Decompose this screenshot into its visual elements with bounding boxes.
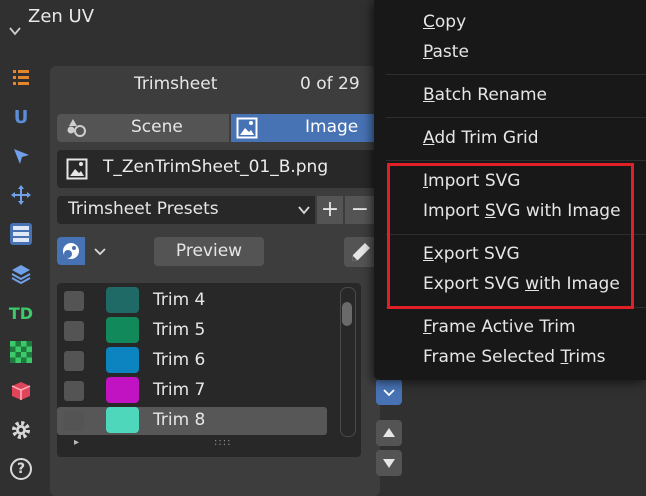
menu-text: atch Rename [434,85,547,105]
td-label: TD [8,303,34,323]
play-icon[interactable]: ▸ [74,437,79,448]
trim-name: Trim 8 [153,410,206,430]
gear-icon[interactable] [8,417,34,443]
scroll-thumb[interactable] [342,302,352,326]
remove-preset-button[interactable]: − [345,196,375,224]
preview-button-label: Preview [175,241,243,261]
trim-checkbox[interactable] [64,381,84,401]
trim-name: Trim 7 [153,380,206,400]
triangle-up-icon [383,428,395,437]
image-file-name: T_ZenTrimSheet_01_B.png [103,157,329,177]
menu-accel: C [423,12,435,32]
move-icon[interactable] [8,182,34,208]
trim-color-swatch[interactable] [106,287,139,313]
u-logo-label: U [13,106,29,128]
menu-item-batch-rename[interactable]: Batch Rename [423,85,547,105]
menu-accel: B [423,85,435,105]
help-label: ? [16,461,26,477]
palette-icon [63,243,79,259]
u-logo-icon[interactable]: U [8,104,34,130]
checker-icon[interactable] [8,339,34,365]
list-icon[interactable] [8,64,34,90]
edit-button[interactable] [344,237,376,267]
help-icon[interactable]: ? [8,456,34,482]
tab-image-label: Image [305,117,359,137]
trim-color-swatch[interactable] [106,347,139,373]
trimsheet-icon[interactable] [8,221,34,247]
trim-checkbox[interactable] [64,411,84,431]
trim-checkbox[interactable] [64,351,84,371]
menu-accel: P [423,42,433,62]
menu-separator [386,74,646,75]
svg-highlight-box [387,163,634,309]
menu-text: Frame Selected [423,347,561,367]
menu-item-frame-active-trim[interactable]: Frame Active Trim [423,317,576,337]
trim-color-swatch[interactable] [106,407,139,433]
specials-menu-button[interactable] [376,379,402,405]
tab-scene-label: Scene [131,117,183,137]
menu-separator [386,160,646,161]
move-down-button[interactable] [376,450,402,476]
triangle-down-icon [383,459,395,468]
menu-item-add-trim-grid[interactable]: Add Trim Grid [423,128,539,148]
add-preset-button[interactable]: + [317,196,343,224]
trimsheet-label: Trimsheet [134,74,218,94]
chevron-down-icon [9,27,21,36]
trim-color-swatch[interactable] [106,377,139,403]
pencil-icon [352,243,370,261]
trim-count: 0 of 29 [300,74,360,94]
scene-icon [67,119,86,137]
trim-name: Trim 5 [153,320,206,340]
chevron-down-icon [298,206,310,215]
layers-icon[interactable] [8,261,34,287]
menu-text: dd Trim Grid [434,128,539,148]
menu-separator [386,117,646,118]
display-mode-button[interactable] [57,237,85,265]
image-icon [236,117,258,139]
chevron-down-icon [94,248,106,256]
package-icon[interactable] [8,378,34,404]
td-icon[interactable]: TD [8,300,34,326]
menu-accel: F [423,317,432,337]
cursor-icon[interactable] [8,143,34,169]
trimsheet-presets-label: Trimsheet Presets [68,199,219,219]
panel-title: Zen UV [28,6,95,27]
menu-item-frame-selected-trims[interactable]: Frame Selected Trims [423,347,606,367]
menu-item-copy[interactable]: Copy [423,12,466,32]
display-mode-dropdown[interactable] [86,237,114,265]
trim-checkbox[interactable] [64,321,84,341]
menu-text: aste [432,42,469,62]
trim-name: Trim 6 [153,350,206,370]
menu-text: rims [568,347,606,367]
menu-text: opy [434,12,467,32]
trim-checkbox[interactable] [64,291,84,311]
trim-name: Trim 4 [153,290,206,310]
menu-item-paste[interactable]: Paste [423,42,469,62]
move-up-button[interactable] [376,420,402,446]
list-resize-grip[interactable]: :::: [214,437,231,448]
menu-accel: A [423,128,435,148]
chevron-down-icon [383,389,395,397]
menu-text: rame Active Trim [431,317,576,337]
trim-color-swatch[interactable] [106,317,139,343]
image-file-icon [66,158,88,180]
